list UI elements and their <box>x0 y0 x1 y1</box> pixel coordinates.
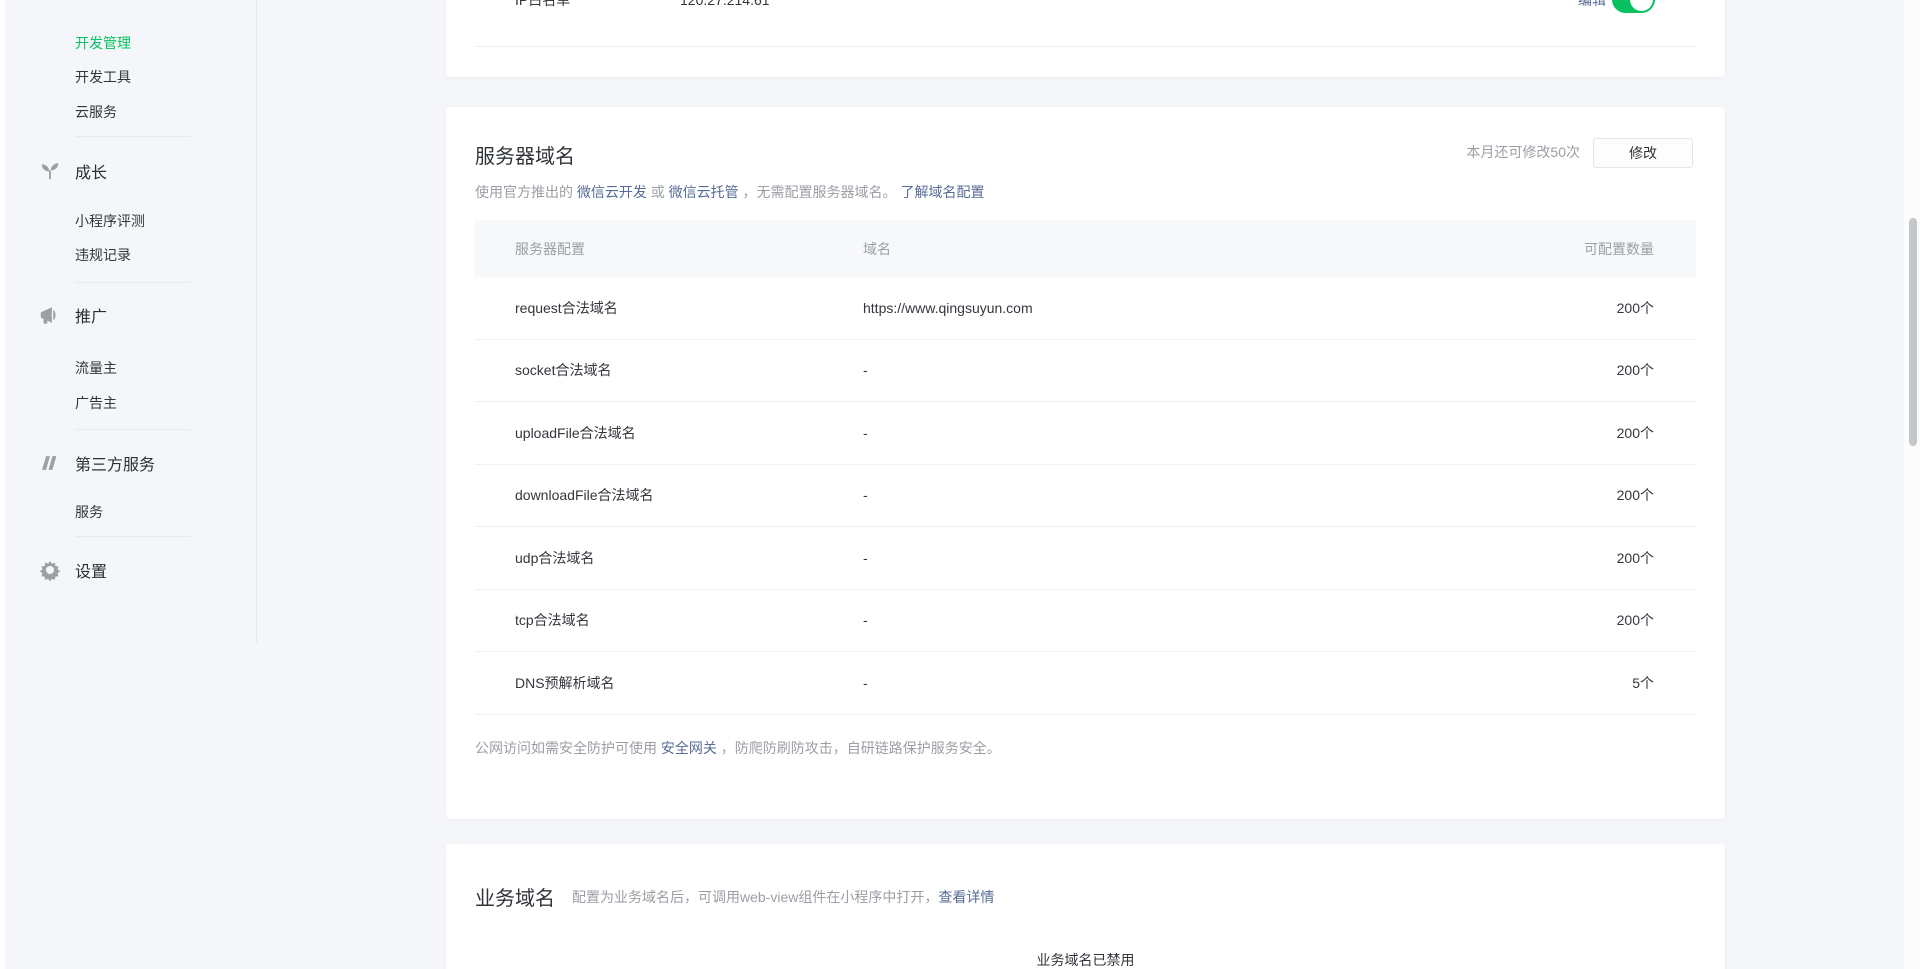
gear-icon <box>38 558 62 582</box>
header-domain: 域名 <box>863 239 1524 259</box>
sidebar-item-advertiser[interactable]: 广告主 <box>75 393 117 413</box>
cell-domain: - <box>863 612 1524 628</box>
cell-domain: - <box>863 362 1524 378</box>
business-domain-card: 业务域名 配置为业务域名后，可调用web-view组件在小程序中打开，查看详情 … <box>446 844 1725 969</box>
table-row: uploadFile合法域名 - 200个 <box>475 402 1696 465</box>
ip-whitelist-toggle-on[interactable] <box>1612 0 1655 13</box>
table-row: socket合法域名 - 200个 <box>475 340 1696 403</box>
sidebar-section-label: 第三方服务 <box>75 451 155 475</box>
header-server-config: 服务器配置 <box>515 239 863 259</box>
table-row: udp合法域名 - 200个 <box>475 527 1696 590</box>
header-config-count: 可配置数量 <box>1524 239 1654 259</box>
business-domain-title: 业务域名 <box>475 882 555 911</box>
third-party-icon <box>38 451 62 475</box>
table-row: DNS预解析域名 - 5个 <box>475 652 1696 715</box>
ip-whitelist-edit-link[interactable]: 编辑 <box>1578 0 1606 10</box>
cloud-host-link[interactable]: 微信云托管 <box>669 184 739 200</box>
business-domain-status: 业务域名已禁用 <box>446 950 1725 969</box>
sidebar-section-third-party[interactable]: 第三方服务 <box>38 451 155 475</box>
cell-count: 5个 <box>1524 673 1654 693</box>
sidebar-item-violation-record[interactable]: 违规记录 <box>75 245 131 265</box>
sidebar-section-label: 推广 <box>75 303 107 327</box>
sidebar-item-service[interactable]: 服务 <box>75 502 103 522</box>
sidebar-item-dev-tools[interactable]: 开发工具 <box>75 67 131 87</box>
business-domain-header: 业务域名 配置为业务域名后，可调用web-view组件在小程序中打开，查看详情 <box>475 882 994 911</box>
cloud-dev-link[interactable]: 微信云开发 <box>577 184 647 200</box>
sidebar-section-label: 设置 <box>75 558 107 582</box>
view-detail-link[interactable]: 查看详情 <box>938 889 994 905</box>
sidebar-divider <box>75 282 190 283</box>
sidebar-section-promotion[interactable]: 推广 <box>38 303 107 327</box>
cell-config: downloadFile合法域名 <box>515 485 863 505</box>
cell-domain: - <box>863 487 1524 503</box>
sprout-icon <box>38 159 62 183</box>
cell-count: 200个 <box>1524 423 1654 443</box>
desc-text: ，无需配置服务器域名。 <box>739 184 901 200</box>
scrollbar-thumb[interactable] <box>1909 218 1917 446</box>
desc-text: 或 <box>647 184 669 200</box>
server-domain-card: 服务器域名 使用官方推出的 微信云开发 或 微信云托管 ，无需配置服务器域名。 … <box>446 107 1725 819</box>
sidebar: 开发管理 开发工具 云服务 成长 小程序评测 违规记录 推广 流量主 广告主 第… <box>0 0 257 969</box>
business-domain-description: 配置为业务域名后，可调用web-view组件在小程序中打开，查看详情 <box>572 887 994 907</box>
table-row: request合法域名 https://www.qingsuyun.com 20… <box>475 277 1696 340</box>
sidebar-item-dev-manage[interactable]: 开发管理 <box>75 33 131 53</box>
cell-count: 200个 <box>1524 298 1654 318</box>
sidebar-item-cloud-service[interactable]: 云服务 <box>75 102 117 122</box>
monthly-quota-text: 本月还可修改50次 <box>1466 142 1580 162</box>
table-row: tcp合法域名 - 200个 <box>475 590 1696 653</box>
ip-whitelist-value: 120.27.214.61 <box>680 0 770 10</box>
cell-count: 200个 <box>1524 485 1654 505</box>
desc-text: 使用官方推出的 <box>475 184 577 200</box>
ip-whitelist-label: IP白名单 <box>515 0 570 10</box>
sidebar-border <box>256 0 257 643</box>
modify-button[interactable]: 修改 <box>1593 138 1693 168</box>
cell-config: request合法域名 <box>515 298 863 318</box>
table-header-row: 服务器配置 域名 可配置数量 <box>475 220 1696 277</box>
sidebar-item-traffic-owner[interactable]: 流量主 <box>75 358 117 378</box>
card-divider <box>475 46 1696 47</box>
security-gateway-link[interactable]: 安全网关 <box>661 740 717 756</box>
cell-config: DNS预解析域名 <box>515 673 863 693</box>
server-domain-title: 服务器域名 <box>475 140 575 169</box>
cell-config: uploadFile合法域名 <box>515 423 863 443</box>
sidebar-item-mini-eval[interactable]: 小程序评测 <box>75 211 145 231</box>
cell-domain: - <box>863 550 1524 566</box>
sidebar-divider <box>75 429 190 430</box>
cell-config: socket合法域名 <box>515 360 863 380</box>
ip-whitelist-card: IP白名单 120.27.214.61 编辑 <box>446 0 1725 77</box>
sidebar-divider <box>75 536 190 537</box>
server-domain-table: 服务器配置 域名 可配置数量 request合法域名 https://www.q… <box>475 220 1696 715</box>
server-domain-description: 使用官方推出的 微信云开发 或 微信云托管 ，无需配置服务器域名。 了解域名配置 <box>475 182 984 202</box>
note-text: ，防爬防刷防攻击，自研链路保护服务安全。 <box>717 740 1001 756</box>
learn-domain-config-link[interactable]: 了解域名配置 <box>900 184 984 200</box>
cell-domain: - <box>863 425 1524 441</box>
table-row: downloadFile合法域名 - 200个 <box>475 465 1696 528</box>
sidebar-section-settings[interactable]: 设置 <box>38 558 107 582</box>
scrollbar-track[interactable] <box>1904 0 1920 969</box>
sidebar-section-growth[interactable]: 成长 <box>38 159 107 183</box>
cell-config: udp合法域名 <box>515 548 863 568</box>
cell-count: 200个 <box>1524 548 1654 568</box>
security-note: 公网访问如需安全防护可使用 安全网关 ，防爬防刷防攻击，自研链路保护服务安全。 <box>475 738 1001 758</box>
sidebar-divider <box>75 136 190 137</box>
cell-domain: https://www.qingsuyun.com <box>863 300 1524 316</box>
cell-count: 200个 <box>1524 610 1654 630</box>
cell-domain: - <box>863 675 1524 691</box>
desc-text: 配置为业务域名后，可调用web-view组件在小程序中打开， <box>572 889 938 905</box>
cell-config: tcp合法域名 <box>515 610 863 630</box>
cell-count: 200个 <box>1524 360 1654 380</box>
megaphone-icon <box>38 303 62 327</box>
sidebar-section-label: 成长 <box>75 159 107 183</box>
note-text: 公网访问如需安全防护可使用 <box>475 740 661 756</box>
